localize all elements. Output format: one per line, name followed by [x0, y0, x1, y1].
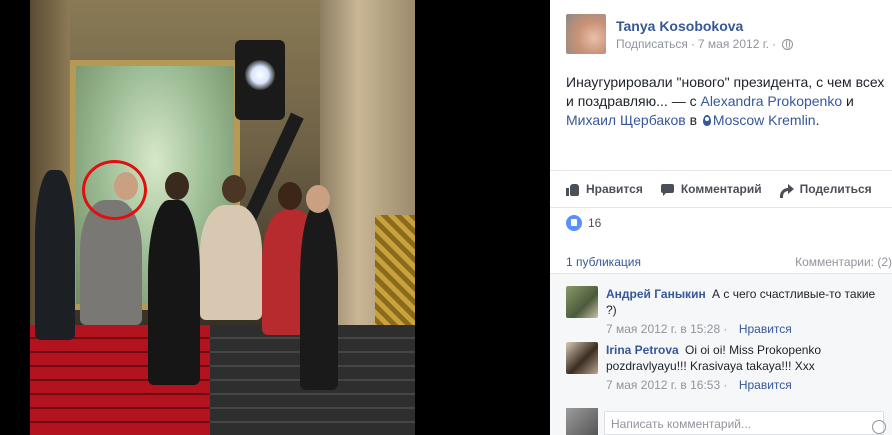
post-actions: Нравится Комментарий Поделиться — [550, 170, 892, 208]
pin-icon — [702, 115, 711, 126]
comment-item: Андрей Ганыкин А с чего счастливые-то та… — [566, 286, 884, 337]
post-date[interactable]: 7 мая 2012 г. — [698, 35, 769, 53]
photo-head — [165, 172, 189, 200]
commenter-avatar[interactable] — [566, 286, 598, 318]
comment-button[interactable]: Комментарий — [660, 182, 762, 196]
commenter-avatar[interactable] — [566, 342, 598, 374]
photo-camera-light — [245, 60, 275, 90]
photo-person — [148, 200, 200, 385]
comment-meta: 7 мая 2012 г. в 15:28 · Нравится — [606, 321, 884, 337]
photo-pane — [0, 0, 550, 435]
post-meta: Подписаться · 7 мая 2012 г. · — [616, 35, 793, 53]
current-user-avatar — [566, 408, 598, 435]
photo-gold-railing — [375, 215, 415, 330]
commenter-name[interactable]: Irina Petrova — [606, 343, 679, 357]
post-side-panel: Tanya Kosobokova Подписаться · 7 мая 201… — [550, 0, 892, 435]
comments-list: Андрей Ганыкин А с чего счастливые-то та… — [550, 273, 892, 408]
smiley-icon[interactable] — [872, 420, 886, 434]
tagged-person-link[interactable]: Alexandra Prokopenko — [700, 93, 842, 109]
comment-item: Irina Petrova Oi oi oi! Miss Prokopenko … — [566, 342, 884, 393]
like-badge-icon — [566, 215, 582, 231]
share-label: Поделиться — [799, 182, 872, 196]
thumbs-up-icon — [566, 183, 580, 196]
post-text-in: в — [685, 112, 701, 128]
post-photo[interactable] — [30, 0, 415, 435]
post-text-line: Инаугурировали "нового" президента, с че… — [566, 74, 885, 90]
like-label: Нравится — [586, 182, 643, 196]
photo-head — [222, 175, 246, 203]
like-button[interactable]: Нравится — [566, 182, 643, 196]
photo-person — [200, 205, 262, 320]
shares-count-link[interactable]: 1 публикация — [566, 255, 641, 269]
comment-input[interactable]: Написать комментарий... — [604, 411, 886, 435]
speech-bubble-icon — [660, 183, 675, 196]
post-text-and: и — [842, 93, 854, 109]
author-avatar[interactable] — [566, 14, 606, 54]
post-stats: 1 публикация Комментарии: (2) — [566, 255, 892, 269]
author-name[interactable]: Tanya Kosobokova — [616, 17, 793, 35]
highlight-circle — [82, 160, 147, 220]
photo-person — [300, 205, 338, 390]
comment-like-link[interactable]: Нравится — [739, 322, 792, 336]
meta-separator: · — [690, 37, 695, 51]
photo-person-guard — [35, 170, 75, 340]
location-link[interactable]: Moscow Kremlin — [713, 112, 816, 128]
tagged-person-link[interactable]: Михаил Щербаков — [566, 112, 686, 128]
photo-viewer: Tanya Kosobokova Подписаться · 7 мая 201… — [0, 0, 892, 435]
photo-head — [278, 182, 302, 210]
post-text-line: и поздравляю... — с — [566, 93, 701, 109]
commenter-name[interactable]: Андрей Ганыкин — [606, 287, 706, 301]
comment-body: Андрей Ганыкин А с чего счастливые-то та… — [606, 286, 884, 337]
post-text: Инаугурировали "нового" президента, с че… — [566, 73, 888, 130]
comments-count-link[interactable]: Комментарии: (2) — [795, 255, 892, 269]
meta-separator: · — [771, 37, 776, 51]
photo-head — [306, 185, 330, 213]
comment-like-link[interactable]: Нравится — [739, 378, 792, 392]
comment-meta: 7 мая 2012 г. в 16:53 · Нравится — [606, 377, 884, 393]
share-button[interactable]: Поделиться — [779, 182, 872, 198]
globe-icon[interactable] — [781, 38, 793, 50]
comment-input-placeholder: Написать комментарий... — [611, 417, 752, 431]
comment-meta-separator: · — [723, 322, 728, 336]
comment-composer: Написать комментарий... — [550, 408, 892, 435]
subscribe-link[interactable]: Подписаться — [616, 35, 688, 53]
likes-count: 16 — [588, 216, 602, 230]
post-header: Tanya Kosobokova Подписаться · 7 мая 201… — [566, 14, 793, 54]
comment-date[interactable]: 7 мая 2012 г. в 16:53 — [606, 378, 720, 392]
share-arrow-icon — [779, 183, 794, 198]
comment-date[interactable]: 7 мая 2012 г. в 15:28 — [606, 322, 720, 336]
comment-meta-separator: · — [723, 378, 728, 392]
comment-label: Комментарий — [680, 182, 762, 196]
author-block: Tanya Kosobokova Подписаться · 7 мая 201… — [616, 17, 793, 54]
post-text-period: . — [815, 112, 820, 128]
comment-body: Irina Petrova Oi oi oi! Miss Prokopenko … — [606, 342, 884, 393]
likes-summary[interactable]: 16 — [566, 215, 601, 231]
